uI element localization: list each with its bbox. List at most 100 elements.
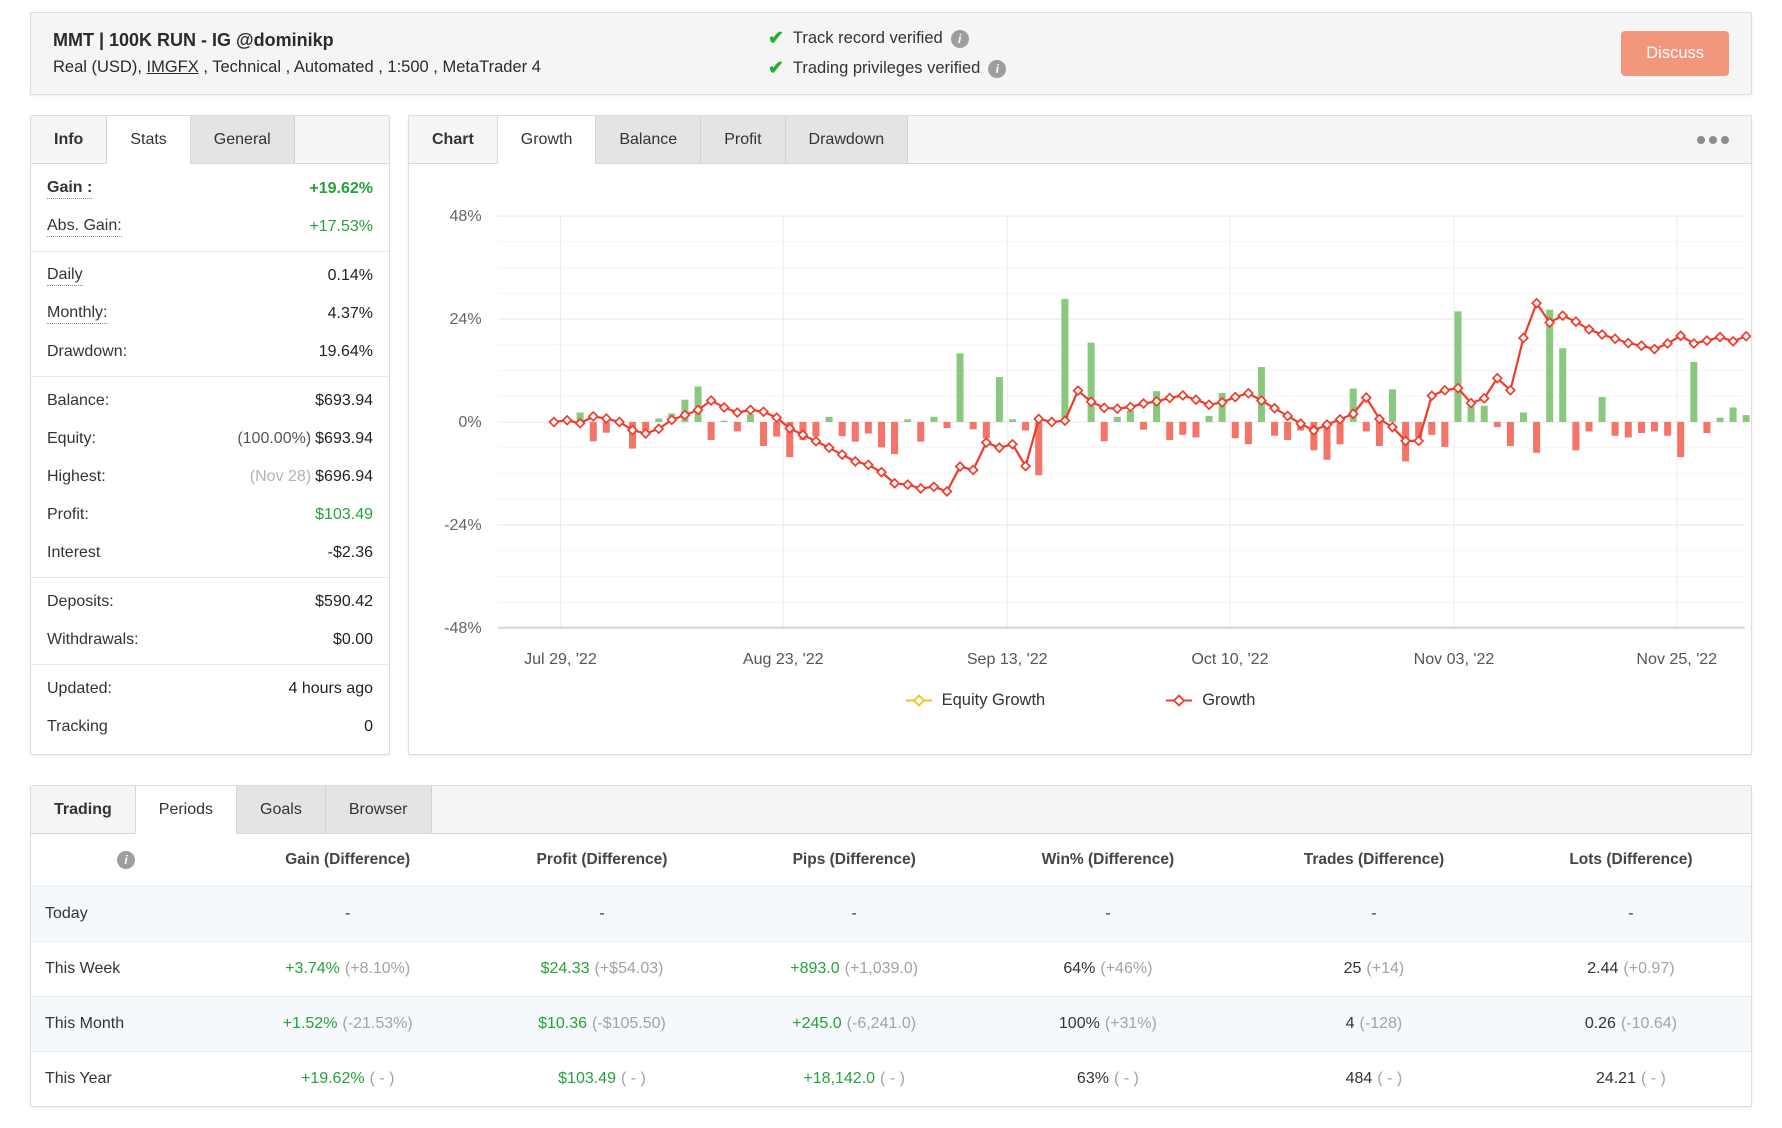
svg-text:-24%: -24%	[444, 516, 481, 534]
stat-value: $693.94	[315, 392, 373, 410]
cell-lots: 24.21( - )	[1511, 1051, 1751, 1106]
tab-info[interactable]: Info	[31, 116, 106, 163]
tab-trading[interactable]: Trading	[31, 786, 135, 833]
legend-item-growth[interactable]: Growth	[1165, 691, 1255, 710]
cell-gain: +19.62%( - )	[221, 1051, 474, 1106]
track-record-verified-row: ✔ Track record verified i	[768, 27, 1006, 50]
tab-chart[interactable]: Chart	[409, 116, 497, 163]
stat-row-drawdown: Drawdown: 19.64%	[31, 333, 389, 371]
stats-rows: Gain : +19.62% Abs. Gain: +17.53% Daily …	[31, 164, 389, 746]
table-row-today: Today - - - - - -	[31, 886, 1751, 941]
periods-info-header: i	[31, 834, 221, 886]
account-header: MMT | 100K RUN - IG @dominikp Real (USD)…	[30, 12, 1752, 95]
row-label: Today	[31, 886, 221, 941]
tab-periods[interactable]: Periods	[135, 786, 237, 834]
stat-label: Profit:	[47, 506, 89, 524]
stat-row-updated: Updated: 4 hours ago	[31, 670, 389, 708]
stat-value: -$2.36	[328, 544, 373, 562]
info-icon[interactable]: i	[988, 60, 1006, 78]
stat-value: $0.00	[333, 631, 373, 649]
chart-panel: Chart Growth Balance Profit Drawdown 48%…	[408, 115, 1752, 755]
stats-panel: Info Stats General Gain : +19.62% Abs. G…	[30, 115, 390, 755]
cell-gain: +3.74%(+8.10%)	[221, 941, 474, 996]
stat-row-withdrawals: Withdrawals: $0.00	[31, 621, 389, 659]
legend-label: Growth	[1202, 691, 1255, 710]
cell-trades: 25(+14)	[1237, 941, 1511, 996]
discuss-button[interactable]: Discuss	[1621, 31, 1729, 76]
stat-value-main: $696.94	[315, 468, 373, 485]
account-attributes: , Technical , Automated , 1:500 , MetaTr…	[199, 58, 541, 76]
stat-label: Equity:	[47, 430, 96, 448]
cell-lots: 0.26(-10.64)	[1511, 996, 1751, 1051]
growth-chart: 48%24%0%-24%-48%Jul 29, '22Aug 23, '22Se…	[409, 164, 1751, 710]
chart-legend: Equity Growth Growth	[409, 691, 1751, 710]
row-label: This Year	[31, 1051, 221, 1106]
cell-win: 100%(+31%)	[979, 996, 1237, 1051]
growth-chart-canvas[interactable]: 48%24%0%-24%-48%Jul 29, '22Aug 23, '22Se…	[409, 176, 1751, 679]
table-row-this-month: This Month +1.52%(-21.53%) $10.36(-$105.…	[31, 996, 1751, 1051]
cell-gain: -	[221, 886, 474, 941]
cell-profit: $103.49( - )	[474, 1051, 729, 1106]
cell-profit: -	[474, 886, 729, 941]
stat-value: $103.49	[315, 506, 373, 524]
broker-link[interactable]: IMGFX	[147, 58, 199, 76]
account-type: Real (USD),	[53, 58, 147, 76]
cell-pips: -	[730, 886, 979, 941]
divider	[31, 577, 389, 578]
svg-text:Aug 23, '22: Aug 23, '22	[743, 650, 824, 668]
cell-trades: -	[1237, 886, 1511, 941]
stat-label: Withdrawals:	[47, 631, 139, 649]
cell-trades: 484( - )	[1237, 1051, 1511, 1106]
cell-pips: +245.0(-6,241.0)	[730, 996, 979, 1051]
track-record-verified-label: Track record verified	[793, 29, 943, 48]
trading-privileges-verified-row: ✔ Trading privileges verified i	[768, 57, 1006, 80]
account-title-block: MMT | 100K RUN - IG @dominikp Real (USD)…	[53, 30, 768, 77]
info-icon[interactable]: i	[951, 30, 969, 48]
stat-label: Tracking	[47, 718, 108, 736]
tab-profit[interactable]: Profit	[701, 116, 785, 163]
col-win: Win% (Difference)	[979, 834, 1237, 886]
stats-tabbar: Info Stats General	[31, 116, 389, 164]
cell-win: 64%(+46%)	[979, 941, 1237, 996]
stat-value: +17.53%	[309, 218, 373, 236]
tab-browser[interactable]: Browser	[326, 786, 432, 833]
cell-profit: $24.33(+$54.03)	[474, 941, 729, 996]
stat-value: 4.37%	[328, 305, 373, 323]
stat-row-daily: Daily 0.14%	[31, 257, 389, 295]
stat-label: Interest	[47, 544, 100, 562]
cell-win: 63%( - )	[979, 1051, 1237, 1106]
tab-stats[interactable]: Stats	[106, 116, 190, 164]
svg-text:-48%: -48%	[444, 619, 481, 637]
info-icon[interactable]: i	[117, 851, 135, 869]
divider	[31, 664, 389, 665]
row-label: This Week	[31, 941, 221, 996]
cell-profit: $10.36(-$105.50)	[474, 996, 729, 1051]
check-icon: ✔	[768, 27, 784, 50]
chart-options-menu-icon[interactable]	[1697, 136, 1729, 144]
tab-drawdown[interactable]: Drawdown	[786, 116, 909, 163]
stat-label: Abs. Gain:	[47, 217, 122, 237]
tab-goals[interactable]: Goals	[237, 786, 326, 833]
periods-panel: Trading Periods Goals Browser i Gain (Di…	[30, 785, 1752, 1107]
chart-tabbar: Chart Growth Balance Profit Drawdown	[409, 116, 1751, 164]
legend-item-equity-growth[interactable]: Equity Growth	[905, 691, 1046, 710]
tab-growth[interactable]: Growth	[497, 116, 597, 164]
tab-general[interactable]: General	[191, 116, 295, 163]
growth-marker-icon	[1165, 694, 1193, 707]
cell-gain: +1.52%(-21.53%)	[221, 996, 474, 1051]
cell-trades: 4(-128)	[1237, 996, 1511, 1051]
stat-label: Balance:	[47, 392, 109, 410]
row-label: This Month	[31, 996, 221, 1051]
verification-block: ✔ Track record verified i ✔ Trading priv…	[768, 27, 1006, 80]
stat-row-interest: Interest -$2.36	[31, 534, 389, 572]
stat-label: Deposits:	[47, 593, 114, 611]
main-row: Info Stats General Gain : +19.62% Abs. G…	[30, 115, 1752, 755]
stat-value: $590.42	[315, 593, 373, 611]
stat-row-equity: Equity: (100.00%)$693.94	[31, 420, 389, 458]
stat-label: Updated:	[47, 680, 112, 698]
col-pips: Pips (Difference)	[730, 834, 979, 886]
svg-text:Jul 29, '22: Jul 29, '22	[524, 650, 597, 668]
tab-balance[interactable]: Balance	[596, 116, 701, 163]
divider	[31, 251, 389, 252]
stat-value-prefix: (100.00%)	[237, 430, 311, 447]
